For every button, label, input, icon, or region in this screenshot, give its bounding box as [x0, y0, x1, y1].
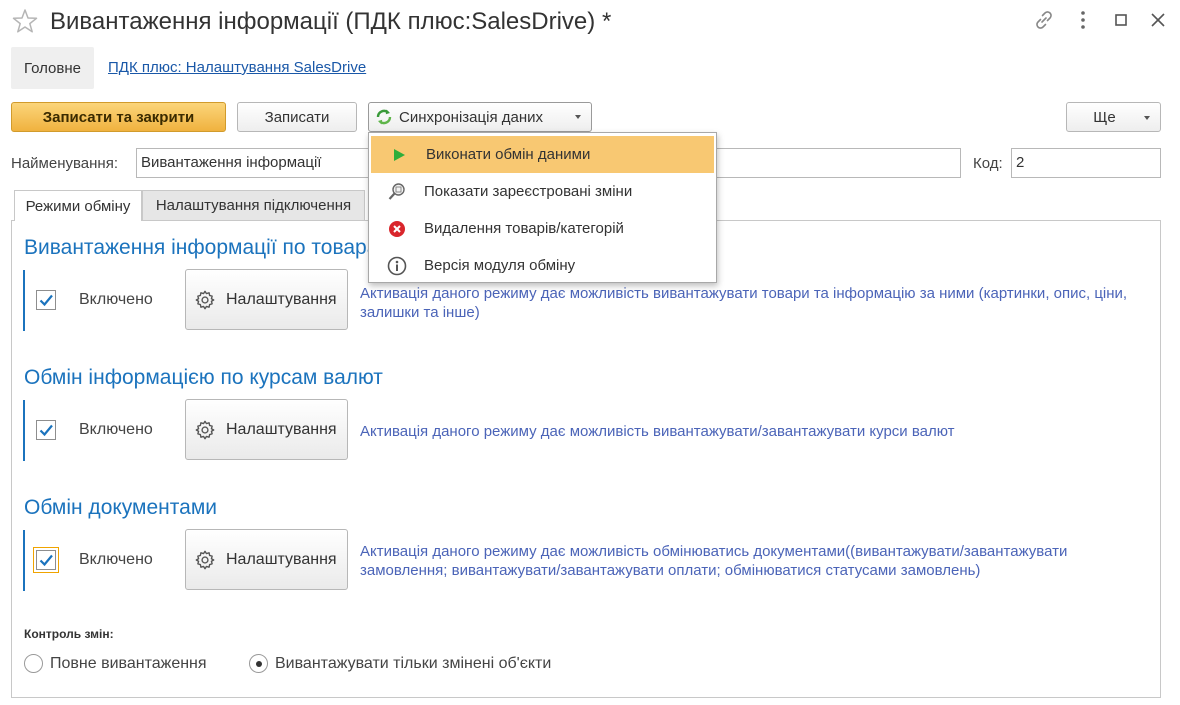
more-button-label: Ще — [1093, 108, 1116, 126]
chevron-down-icon — [575, 115, 581, 119]
sync-icon — [375, 108, 393, 126]
changed-only-radio[interactable] — [249, 654, 268, 673]
products-enabled-checkbox[interactable] — [36, 290, 56, 310]
tab-connection-settings[interactable]: Налаштування підключення — [142, 190, 365, 220]
documents-enabled-label: Включено — [79, 551, 153, 568]
section-divider — [23, 530, 25, 591]
chevron-down-icon — [1144, 116, 1150, 120]
menu-item-run-exchange[interactable]: Виконати обмін даними — [371, 136, 714, 173]
sync-data-button[interactable]: Синхронізація даних — [368, 102, 592, 132]
check-icon — [39, 294, 53, 307]
link-icon[interactable] — [1032, 8, 1056, 32]
menu-item-label: Видалення товарів/категорій — [424, 220, 624, 237]
magnifier-icon — [387, 182, 407, 202]
more-button[interactable]: Ще — [1066, 102, 1161, 132]
documents-enabled-checkbox[interactable] — [33, 547, 59, 573]
delete-icon — [387, 219, 407, 239]
section-divider — [23, 400, 25, 461]
close-icon[interactable] — [1146, 8, 1170, 32]
documents-description: Активація даного режиму дає можливість о… — [360, 543, 1068, 579]
tab-exchange-modes[interactable]: Режими обміну — [14, 190, 142, 221]
menu-item-label: Показати зареєстровані зміни — [424, 183, 633, 200]
radio-selected-dot — [256, 661, 262, 667]
currency-enabled-label: Включено — [79, 421, 153, 438]
menu-item-label: Виконати обмін даними — [426, 146, 591, 163]
section-title-currency: Обмін інформацією по курсам валют — [24, 366, 383, 389]
menu-item-module-version[interactable]: Версія модуля обміну — [369, 247, 716, 284]
products-settings-button[interactable]: Налаштування — [185, 269, 348, 330]
settings-button-label: Налаштування — [226, 420, 337, 438]
maximize-icon[interactable] — [1109, 8, 1133, 32]
more-vertical-icon[interactable] — [1071, 8, 1095, 32]
gear-icon — [194, 289, 216, 311]
full-export-label: Повне вивантаження — [50, 655, 207, 672]
gear-icon — [194, 419, 216, 441]
info-icon — [387, 256, 407, 276]
code-label: Код: — [973, 155, 1003, 172]
change-control-label: Контроль змін: — [24, 627, 114, 641]
currency-settings-button[interactable]: Налаштування — [185, 399, 348, 460]
settings-button-label: Налаштування — [226, 290, 337, 308]
check-icon — [39, 424, 53, 437]
currency-enabled-checkbox[interactable] — [36, 420, 56, 440]
documents-settings-button[interactable]: Налаштування — [185, 529, 348, 590]
name-label: Найменування: — [11, 155, 118, 172]
gear-icon — [194, 549, 216, 571]
nav-main-tab[interactable]: Головне — [11, 47, 94, 89]
code-field[interactable]: 2 — [1011, 148, 1161, 178]
products-enabled-label: Включено — [79, 291, 153, 308]
full-export-radio[interactable] — [24, 654, 43, 673]
sync-button-label: Синхронізація даних — [399, 108, 543, 126]
section-divider — [23, 270, 25, 331]
save-button[interactable]: Записати — [237, 102, 357, 132]
sync-dropdown-menu: Виконати обмін даними Показати зареєстро… — [368, 132, 717, 283]
menu-item-delete-products[interactable]: Видалення товарів/категорій — [369, 210, 716, 247]
menu-item-label: Версія модуля обміну — [424, 257, 576, 274]
check-icon — [39, 554, 53, 567]
menu-item-show-changes[interactable]: Показати зареєстровані зміни — [369, 173, 716, 210]
window-title: Вивантаження інформації (ПДК плюс:SalesD… — [50, 8, 612, 35]
changed-only-label: Вивантажувати тільки змінені об'єкти — [275, 655, 552, 672]
save-and-close-button[interactable]: Записати та закрити — [11, 102, 226, 132]
currency-description: Активація даного режиму дає можливість в… — [360, 423, 955, 440]
settings-button-label: Налаштування — [226, 550, 337, 568]
section-title-products: Вивантаження інформації по товарам — [24, 236, 393, 259]
products-description: Активація даного режиму дає можливість в… — [360, 285, 1128, 321]
play-icon — [389, 145, 409, 165]
nav-settings-link[interactable]: ПДК плюс: Налаштування SalesDrive — [108, 59, 366, 76]
star-icon[interactable] — [12, 8, 38, 34]
section-title-documents: Обмін документами — [24, 496, 217, 519]
